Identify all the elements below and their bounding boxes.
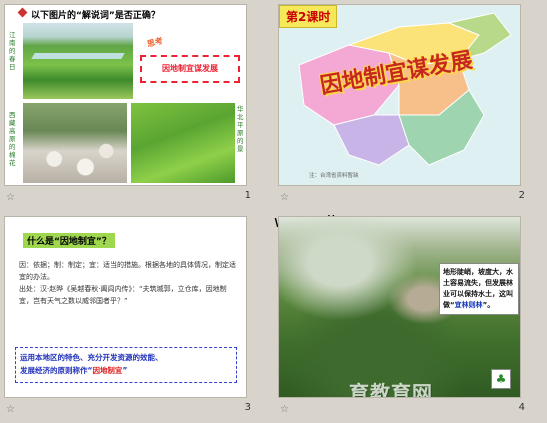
slide-thumbnail-4[interactable]: 地形陡峭，坡度大，水土容易流失，但发展林业可以保持水土，这叫做“宜林则林”。 育… [274, 212, 547, 423]
slide-canvas-2: 第2课时 因地制宜谋发展 注：台湾省资料暂缺 [278, 4, 521, 186]
slide-number: 4 [518, 402, 525, 413]
slide-number: 3 [244, 402, 251, 413]
slide-number: 2 [518, 190, 525, 201]
definition-para-2: 出处：汉·赵晔《吴越春秋·阖闾内传》：“夫筑城郭，立仓库，因地制宜，岂有天气之数… [19, 285, 227, 305]
slide-canvas-1: 以下图片的“解说词”是否正确？ 江南的春日 思考 因地制宜谋发展 西藏高原的棉花… [4, 4, 247, 186]
forest-text-post: ”。 [482, 301, 495, 309]
forest-keyword: 宜林则林 [454, 301, 483, 309]
principle-line-1: 运用本地区的特色、充分开发资源的效能、 [20, 353, 163, 362]
lesson-header: 第2课时 [279, 5, 338, 28]
definition-text: 因：依据；制：制定；宜：适当的措施。根据各地的具体情况，制定适宜的办法。 出处：… [19, 259, 237, 307]
tree-icon: ♣ [491, 369, 511, 389]
china-map [298, 12, 512, 166]
map-region-southwest [333, 114, 410, 166]
slide-number: 1 [244, 190, 251, 201]
slide-canvas-3: 什么是“因地制宜”？ 因：依据；制：制定；宜：适当的措施。根据各地的具体情况，制… [4, 216, 247, 398]
slide-canvas-4: 地形陡峭，坡度大，水土容易流失，但发展林业可以保持水土，这叫做“宜林则林”。 育… [278, 216, 521, 398]
photo-wheat [131, 103, 235, 183]
think-stamp: 思考 [146, 36, 164, 49]
caption-jiangnan: 江南的春日 [9, 31, 16, 71]
slide-title: 什么是“因地制宜”？ [23, 233, 115, 248]
boxed-topic: 因地制宜谋发展 [140, 55, 240, 83]
slide-thumbnail-2[interactable]: 第2课时 因地制宜谋发展 注：台湾省资料暂缺 ☆ 2 [274, 0, 547, 211]
slide-thumbnail-3[interactable]: 什么是“因地制宜”？ 因：依据；制：制定；宜：适当的措施。根据各地的具体情况，制… [0, 212, 273, 423]
caption-tibet: 西藏高原的棉花 [9, 111, 16, 167]
star-icon: ☆ [280, 404, 289, 415]
star-icon: ☆ [280, 192, 289, 203]
principle-line-2-pre: 发展经济的原则称作“ [20, 366, 93, 375]
star-icon: ☆ [6, 192, 15, 203]
definition-para-1: 因：依据；制：制定；宜：适当的措施。根据各地的具体情况，制定适宜的办法。 [19, 261, 236, 281]
slide-thumbnail-1[interactable]: 以下图片的“解说词”是否正确？ 江南的春日 思考 因地制宜谋发展 西藏高原的棉花… [0, 0, 273, 211]
bullet-icon [17, 7, 28, 18]
map-note: 注：台湾省资料暂缺 [309, 173, 359, 179]
watermark: 育教育网 [349, 381, 433, 398]
principle-keyword: 因地制宜 [92, 366, 123, 375]
caption-huabei: 华北平原的景 [237, 105, 244, 153]
slide-title: 以下图片的“解说词”是否正确？ [31, 11, 160, 21]
star-icon: ☆ [6, 404, 15, 415]
photo-fields [23, 23, 133, 99]
forest-explanation: 地形陡峭，坡度大，水土容易流失，但发展林业可以保持水土，这叫做“宜林则林”。 [439, 263, 519, 315]
principle-box: 运用本地区的特色、充分开发资源的效能、 发展经济的原则称作“因地制宜” [15, 347, 237, 383]
principle-line-2-post: ” [122, 366, 128, 375]
photo-cotton [23, 103, 127, 183]
